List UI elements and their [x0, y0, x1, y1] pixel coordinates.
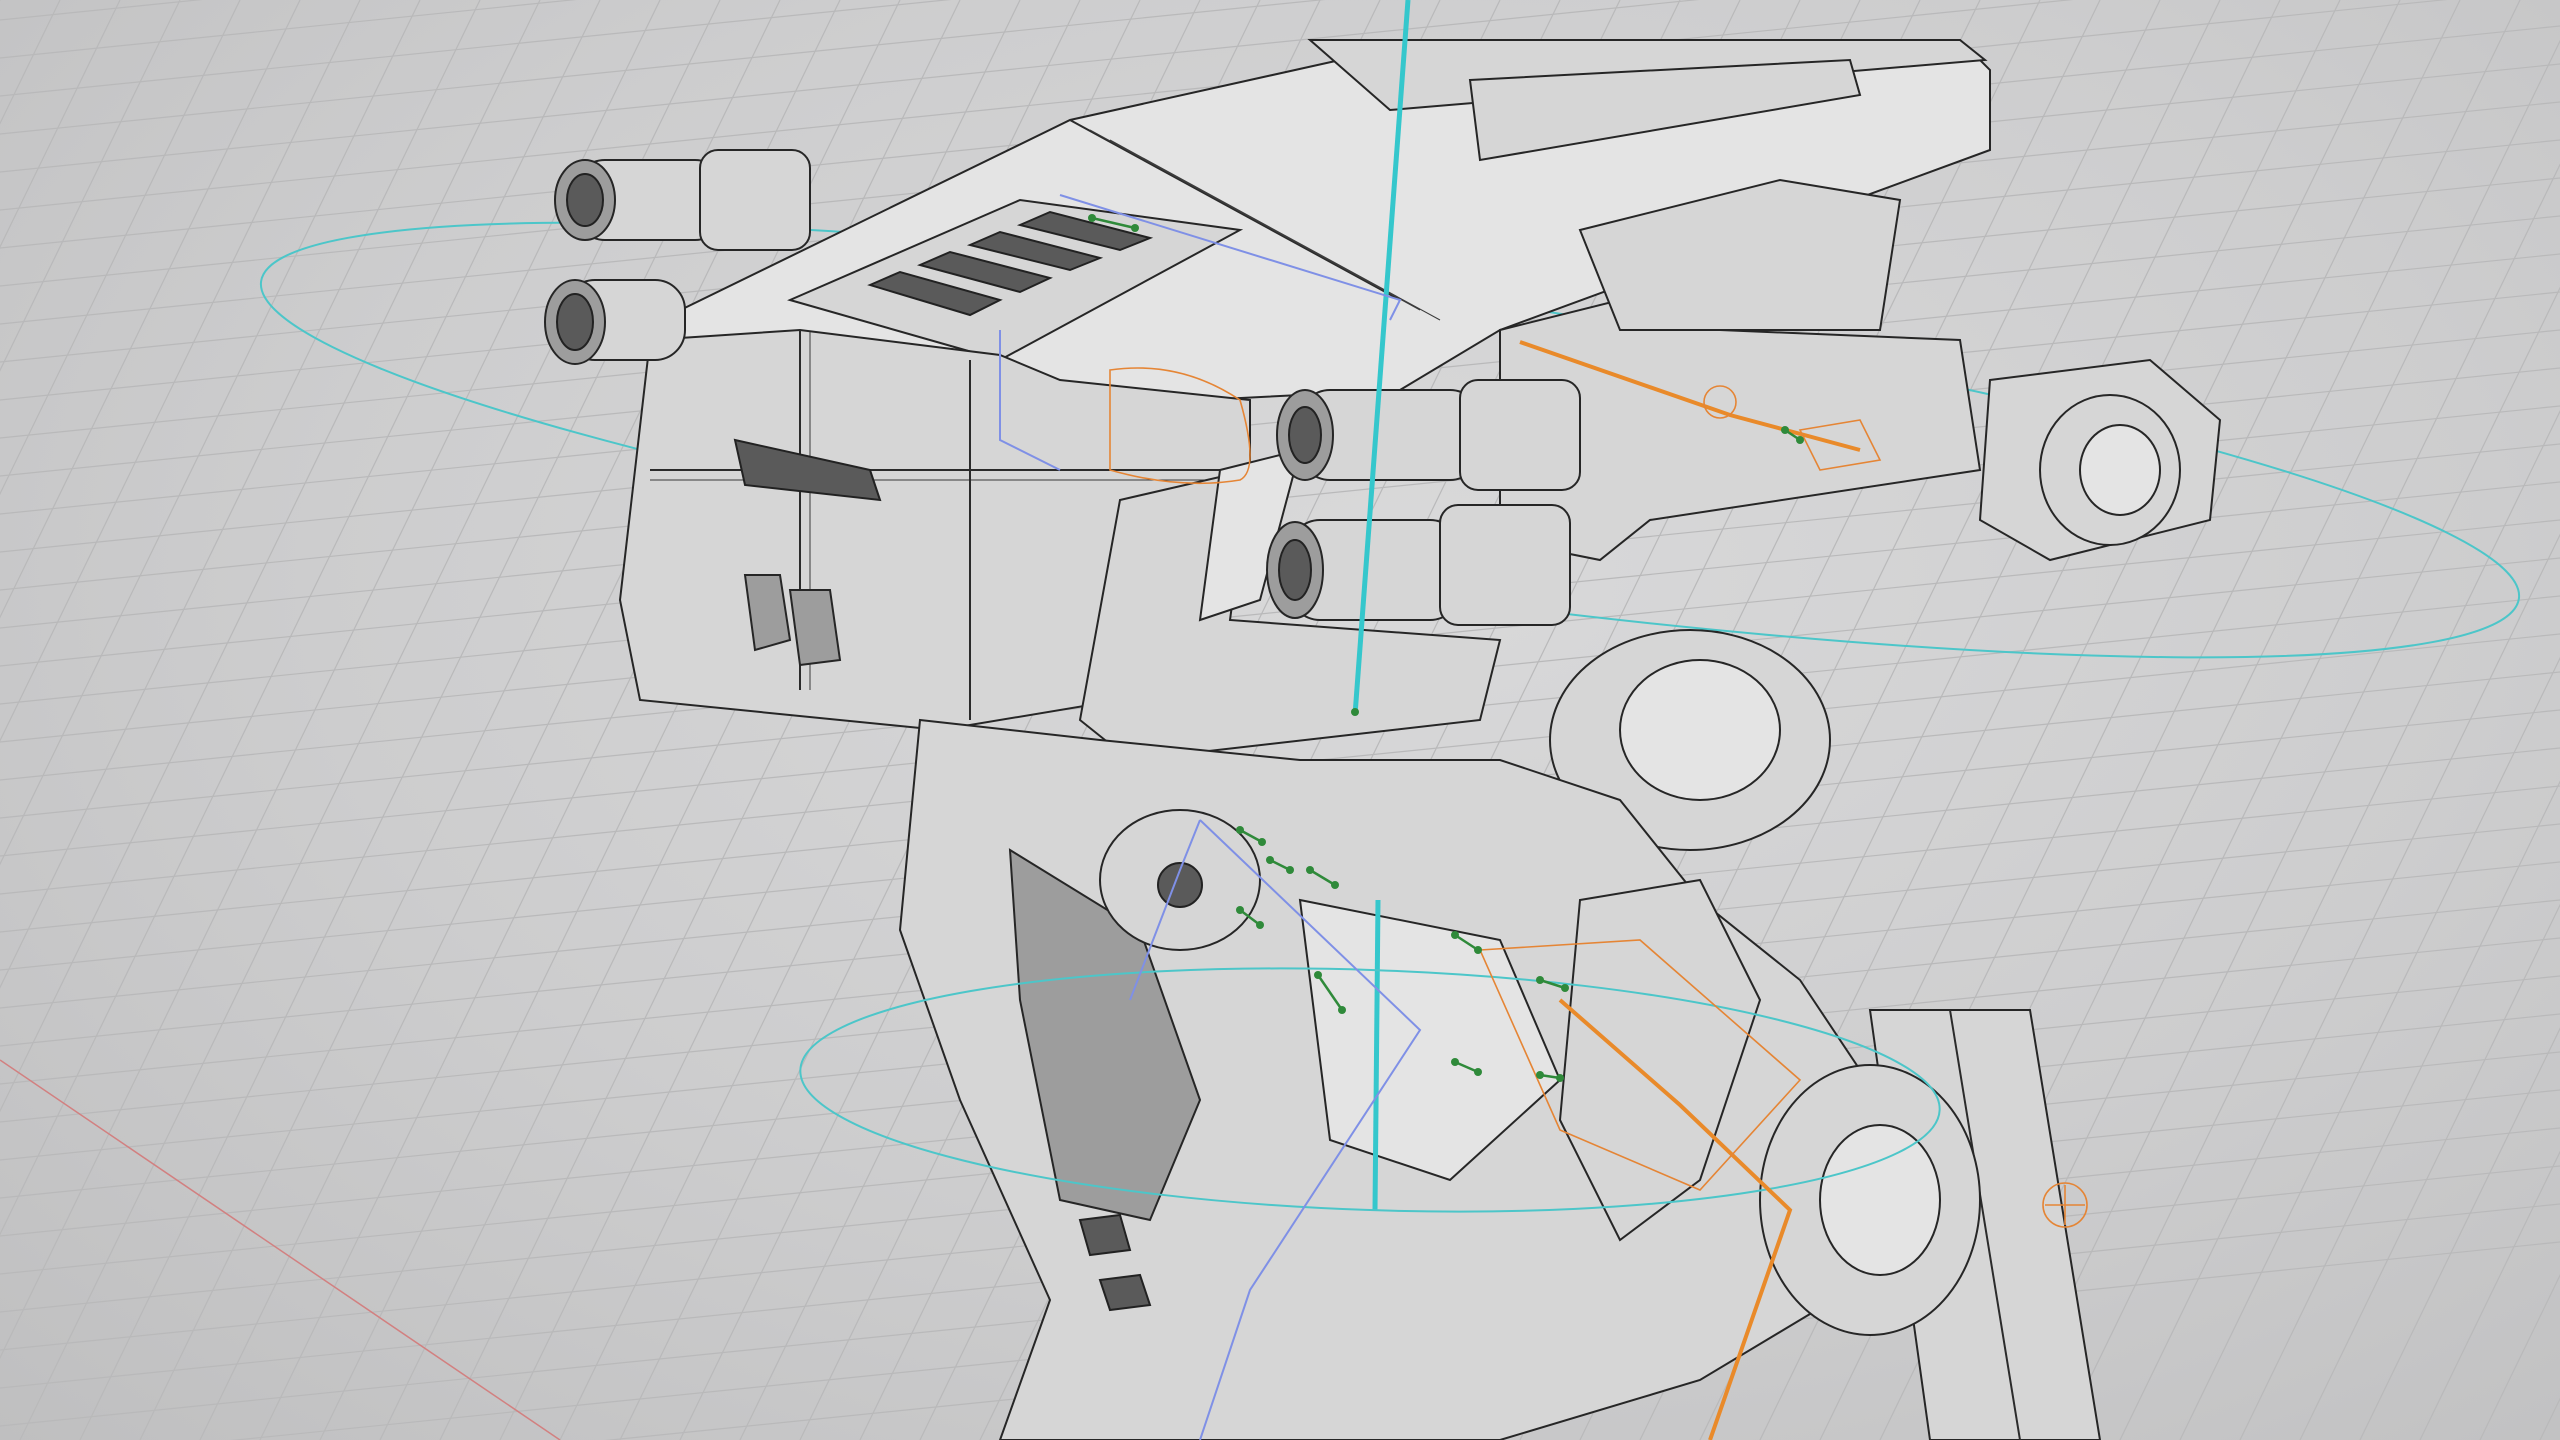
3d-viewport[interactable]: [0, 0, 2560, 1440]
grid-line: [0, 0, 421, 866]
viewport-canvas[interactable]: [0, 0, 2560, 1440]
joint-dot[interactable]: [1236, 906, 1244, 914]
grid-line: [2479, 1274, 2560, 1440]
grid-line: [0, 0, 541, 1113]
joint-dot[interactable]: [1796, 436, 1804, 444]
joint-dot[interactable]: [1536, 976, 1544, 984]
joint-dot[interactable]: [1236, 826, 1244, 834]
joint-dot[interactable]: [1474, 946, 1482, 954]
launcher-tube-lower: [1266, 504, 1571, 626]
joint-dot[interactable]: [1561, 984, 1569, 992]
joint-dot[interactable]: [1781, 426, 1789, 434]
grid-line: [2419, 1150, 2560, 1440]
grid-line: [2299, 903, 2560, 1440]
joint-dot[interactable]: [1088, 214, 1096, 222]
joint-dot[interactable]: [1131, 224, 1139, 232]
nozzle-top-left: [554, 149, 811, 251]
nozzle-bottom-left: [544, 279, 686, 365]
grid-line: [2059, 410, 2560, 1440]
joint-dot[interactable]: [1536, 1071, 1544, 1079]
grid-line: [0, 0, 121, 249]
grid-line: [0, 0, 578, 59]
grid-line: [0, 0, 361, 742]
joint-dot[interactable]: [1338, 1006, 1346, 1014]
joint-dot[interactable]: [1286, 866, 1294, 874]
joint-dot[interactable]: [1451, 931, 1459, 939]
grid-line: [0, 0, 181, 372]
grid-line: [0, 0, 61, 125]
grid-line: [0, 0, 481, 989]
joint-dot[interactable]: [1266, 856, 1274, 864]
joint-dot[interactable]: [1474, 1068, 1482, 1076]
lower-body[interactable]: [898, 718, 2102, 1440]
joint-dot[interactable]: [1331, 881, 1339, 889]
x-axis-line: [0, 1059, 561, 1440]
joint-dot[interactable]: [1451, 1058, 1459, 1066]
grid-line: [2179, 656, 2560, 1440]
joint-dot[interactable]: [1314, 971, 1322, 979]
joint-dot[interactable]: [1556, 1074, 1564, 1082]
launcher-tube-upper: [1276, 379, 1581, 491]
grid-line: [0, 0, 203, 21]
joint-dot[interactable]: [1306, 866, 1314, 874]
grid-line: [2239, 780, 2560, 1440]
pelvis-control[interactable]: [1372, 899, 1381, 1211]
shoulder-ring[interactable]: [1978, 358, 2222, 562]
grid-line: [0, 0, 601, 1236]
joint-dot[interactable]: [1256, 921, 1264, 929]
joint-dot[interactable]: [1258, 838, 1266, 846]
